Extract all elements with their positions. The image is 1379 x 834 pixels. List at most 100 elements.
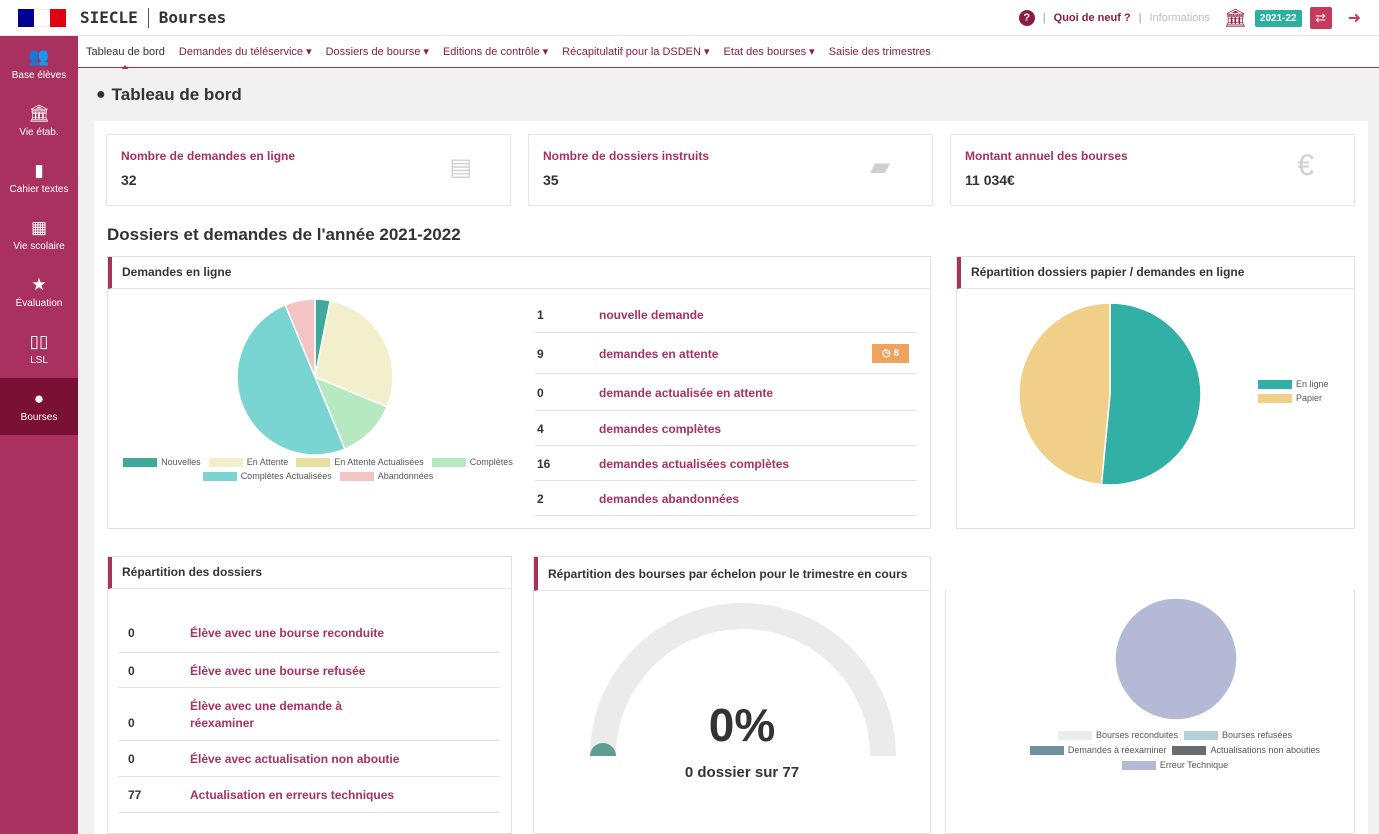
stat-value: 11 034€ [965, 172, 1015, 188]
list-row-demande-reexaminer[interactable]: 0 Élève avec une demande à réexaminer [118, 689, 500, 741]
legend-label: Bourses refusées [1222, 730, 1293, 740]
sidebar-item-vie-etab[interactable]: 🏛 Vie étab. [0, 93, 78, 150]
section-title: Dossiers et demandes de l'année 2021-202… [107, 225, 461, 244]
institution-icon[interactable]: 🏛 [1224, 8, 1247, 29]
badge-count: 8 [893, 348, 899, 359]
list-link[interactable]: demandes abandonnées [599, 492, 739, 506]
sidebar-item-cahier-textes[interactable]: ▮ Cahier textes [0, 150, 78, 207]
legend-label: Complètes Actualisées [240, 471, 332, 481]
list-link[interactable]: demandes en attente [599, 347, 718, 361]
legend-item: Bourses reconduites [1057, 730, 1178, 740]
sidebar-item-label: Bourses [20, 412, 58, 423]
list-row-erreurs-techniques[interactable]: 77 Actualisation en erreurs techniques [118, 778, 500, 813]
list-row-bourse-refusee[interactable]: 0 Élève avec une bourse refusée [118, 654, 500, 688]
legend-demandes: Nouvelles En Attente En Attente Actualis… [118, 457, 518, 481]
separator: | [1138, 12, 1142, 24]
nav-saisie-des-trimestres[interactable]: Saisie des trimestres [829, 46, 931, 58]
stat-value: 35 [543, 172, 559, 188]
money-bag-icon: ● [33, 389, 45, 408]
list-link[interactable]: Élève avec une demande à réexaminer [190, 698, 360, 732]
sidebar-item-label: Vie scolaire [13, 241, 65, 252]
sidebar-item-label: Vie étab. [19, 127, 59, 138]
sidebar-item-bourses[interactable]: ● Bourses [0, 378, 78, 435]
legend-label: Demandes à réexaminer [1067, 745, 1167, 755]
legend-item: Demandes à réexaminer [1029, 745, 1167, 755]
list-count: 0 [128, 752, 135, 766]
legend-item: Papier [1258, 393, 1329, 403]
flag-white [34, 8, 50, 27]
switch-establishment-button[interactable]: ⇄ [1309, 7, 1332, 29]
legend-swatch [208, 457, 243, 467]
title-separator [147, 7, 149, 28]
stat-value: 32 [121, 172, 137, 188]
sidebar-item-lsl[interactable]: ▯▯ LSL [0, 321, 78, 378]
sidebar-item-base-eleves[interactable]: 👥 Base élèves [0, 36, 78, 93]
list-count: 77 [128, 788, 142, 802]
nav-editions-de-controle[interactable]: Editions de contrôle ▾ [443, 45, 548, 58]
nav-etat-des-bourses[interactable]: Etat des bourses ▾ [724, 45, 815, 58]
list-row-demandes-en-attente[interactable]: 9 demandes en attente ◷ 8 [535, 334, 917, 374]
legend-item: Nouvelles [123, 457, 201, 467]
list-count: 16 [537, 456, 551, 471]
sidebar-item-evaluation[interactable]: ★ Évaluation [0, 264, 78, 321]
legend-label: En Attente [246, 457, 289, 467]
list-link[interactable]: Actualisation en erreurs techniques [190, 788, 394, 802]
sidebar-item-label: Évaluation [15, 298, 63, 309]
question-circle-icon[interactable]: ? [1018, 10, 1035, 26]
module-name: Bourses [158, 8, 227, 27]
year-badge[interactable]: 2021-22 [1254, 9, 1302, 27]
panel-title: Répartition dossiers papier / demandes e… [957, 257, 1354, 289]
pending-badge[interactable]: ◷ 8 [871, 344, 909, 363]
legend-item: Complètes Actualisées [202, 471, 332, 481]
list-link[interactable]: Élève avec une bourse refusée [190, 664, 365, 678]
logout-icon[interactable]: ➜ [1348, 8, 1361, 28]
repartition-slice[interactable] [1114, 597, 1238, 721]
list-count: 9 [537, 346, 544, 361]
list-link[interactable]: demandes complètes [599, 422, 721, 436]
sidebar-item-label: Cahier textes [9, 184, 69, 195]
sidebar-item-vie-scolaire[interactable]: ▦ Vie scolaire [0, 207, 78, 264]
sidebar-item-label: Base élèves [11, 70, 67, 81]
list-count: 2 [537, 491, 544, 506]
list-row-demande-actualisee-en-attente[interactable]: 0 demande actualisée en attente [535, 375, 917, 411]
list-link[interactable]: demande actualisée en attente [599, 386, 773, 400]
list-row-demandes-completes[interactable]: 4 demandes complètes [535, 412, 917, 446]
stat-card-demandes-en-ligne[interactable]: Nombre de demandes en ligne 32 ▤ [106, 134, 511, 206]
gauge-value: 0% [708, 699, 776, 751]
list-row-bourse-reconduite[interactable]: 0 Élève avec une bourse reconduite [118, 613, 500, 653]
list-link[interactable]: demandes actualisées complètes [599, 457, 789, 471]
stat-label: Nombre de demandes en ligne [121, 149, 296, 163]
page-header: ● Tableau de bord [78, 69, 1379, 121]
main-nav: Tableau de bord Demandes du téléservice … [78, 36, 1379, 71]
list-row-nouvelle-demande[interactable]: 1 nouvelle demande [535, 297, 917, 333]
institution-icon: 🏛 [28, 104, 50, 123]
whats-new-link[interactable]: Quoi de neuf ? [1054, 12, 1131, 24]
legend-label: Abandonnées [377, 471, 434, 481]
list-link[interactable]: Élève avec actualisation non aboutie [190, 752, 399, 766]
stat-card-montant-annuel[interactable]: Montant annuel des bourses 11 034€ € [950, 134, 1355, 206]
nav-dossiers-de-bourse[interactable]: Dossiers de bourse ▾ [326, 45, 429, 58]
app-name: SIECLE [80, 8, 138, 27]
flag-red [50, 8, 66, 27]
calendar-icon: ▦ [30, 218, 48, 237]
list-row-demandes-abandonnees[interactable]: 2 demandes abandonnées [535, 482, 917, 516]
nav-tableau-de-bord[interactable]: Tableau de bord [86, 46, 165, 71]
papier-en-ligne-slice[interactable] [1100, 302, 1202, 486]
nav-demandes-teleservice[interactable]: Demandes du téléservice ▾ [179, 45, 312, 58]
legend-label: Nouvelles [161, 457, 201, 467]
legend-swatch [431, 457, 466, 467]
list-link[interactable]: nouvelle demande [599, 308, 704, 322]
list-link[interactable]: Élève avec une bourse reconduite [190, 626, 384, 640]
legend-swatch [1057, 730, 1092, 740]
papier-en-ligne-slice[interactable] [1018, 302, 1111, 486]
sidebar: 👥 Base élèves 🏛 Vie étab. ▮ Cahier texte… [0, 36, 78, 834]
list-row-demandes-actualisees-completes[interactable]: 16 demandes actualisées complètes [535, 447, 917, 481]
stat-card-dossiers-instruits[interactable]: Nombre de dossiers instruits 35 ▰ [528, 134, 933, 206]
informations-link[interactable]: Informations [1150, 12, 1211, 24]
legend-swatch [1258, 379, 1292, 389]
legend-swatch [1172, 745, 1207, 755]
list-row-actualisation-non-aboutie[interactable]: 0 Élève avec actualisation non aboutie [118, 742, 500, 777]
legend-item: Bourses refusées [1184, 730, 1292, 740]
flag-blue [18, 8, 34, 27]
nav-recapitulatif-dsden[interactable]: Récapitulatif pour la DSDEN ▾ [562, 45, 709, 58]
